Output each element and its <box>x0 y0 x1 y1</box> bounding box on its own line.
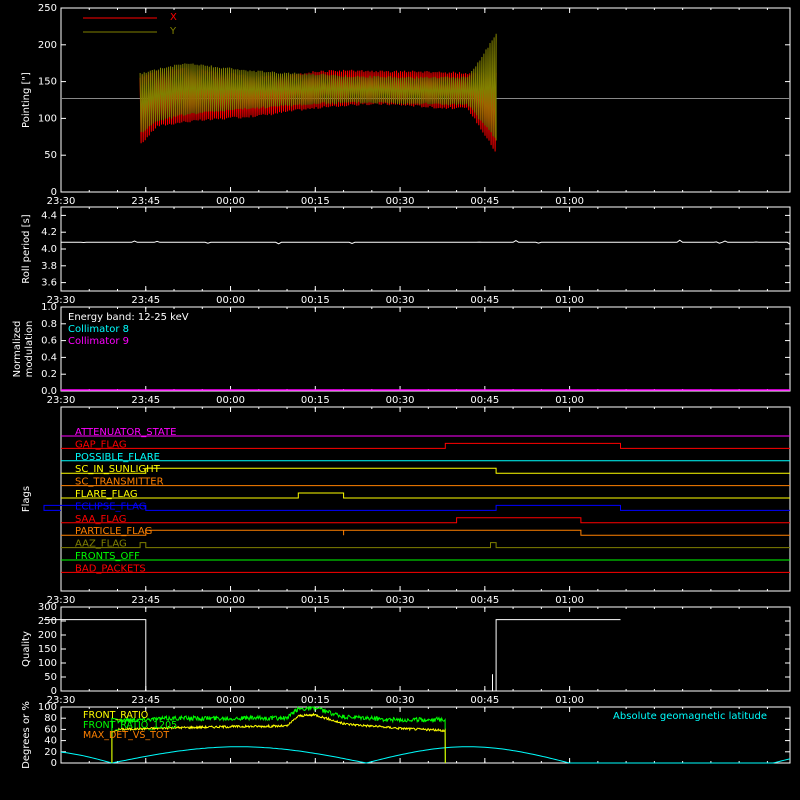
figure: 23:30 23:45 00:00 00:15 00:30 00:45 01:0005010… <box>12 3 791 769</box>
y-tick-label: 300 <box>38 602 57 613</box>
y-tick-label: 3.8 <box>41 261 57 272</box>
y-tick-label: 0.2 <box>41 369 57 380</box>
latitude-curve <box>60 746 791 764</box>
y-axis-label: modulation <box>24 321 35 378</box>
x-tick-label: 00:45 <box>470 295 499 306</box>
x-tick-label: 00:45 <box>470 695 499 706</box>
y-tick-label: 0.4 <box>41 352 57 363</box>
flag-line-saa-flag <box>61 517 790 524</box>
y-axis-label: Flags <box>21 486 32 512</box>
x-tick-label: 23:45 <box>131 595 160 606</box>
x-tick-label: 01:00 <box>555 196 584 207</box>
modulation-annotation-0: Energy band: 12-25 keV <box>68 312 189 323</box>
y-tick-label: 0.8 <box>41 319 57 330</box>
legend-label-y: Y <box>169 26 177 37</box>
x-tick-label: 00:00 <box>216 695 245 706</box>
y-tick-label: 4.2 <box>41 227 57 238</box>
y-axis-label: Roll period [s] <box>21 214 32 283</box>
x-tick-label: 01:00 <box>555 295 584 306</box>
x-tick-label: 23:45 <box>131 695 160 706</box>
x-tick-label: 00:00 <box>216 595 245 606</box>
ratio-legend-2: MAX_DET_VS_TOT <box>83 730 169 741</box>
y-tick-label: 100 <box>38 658 57 669</box>
y-tick-label: 80 <box>44 713 57 724</box>
x-tick-label: 01:00 <box>555 395 584 406</box>
modulation-annotation-1: Collimator 8 <box>68 324 129 335</box>
y-tick-label: 60 <box>44 724 57 735</box>
y-axis-label: Degrees or % <box>21 701 32 769</box>
x-tick-label: 23:45 <box>131 295 160 306</box>
x-tick-label: 00:15 <box>301 295 330 306</box>
y-tick-label: 0.0 <box>41 386 57 397</box>
flag-line-gap-flag <box>61 442 790 449</box>
y-tick-label: 150 <box>38 644 57 655</box>
pointing-series-y <box>139 35 497 138</box>
x-tick-label: 23:45 <box>131 196 160 207</box>
x-tick-label: 00:00 <box>216 395 245 406</box>
y-tick-label: 100 <box>38 702 57 713</box>
x-tick-label: 00:15 <box>301 395 330 406</box>
legend-label-x: X <box>170 12 177 23</box>
y-tick-label: 0 <box>51 758 57 769</box>
y-axis-label: Quality <box>21 631 32 667</box>
x-tick-label: 00:15 <box>301 695 330 706</box>
y-tick-label: 250 <box>38 3 57 14</box>
x-tick-label: 00:00 <box>216 196 245 207</box>
y-tick-label: 40 <box>44 736 57 747</box>
x-tick-label: 00:30 <box>386 395 415 406</box>
y-tick-label: 200 <box>38 40 57 51</box>
quality-line <box>44 619 621 692</box>
x-tick-label: 00:30 <box>386 595 415 606</box>
x-tick-label: 01:00 <box>555 595 584 606</box>
y-tick-label: 0 <box>51 686 57 697</box>
x-tick-label: 00:45 <box>470 196 499 207</box>
panel-frame <box>60 206 791 292</box>
y-tick-label: 100 <box>38 113 57 124</box>
x-tick-label: 00:15 <box>301 196 330 207</box>
x-tick-label: 00:30 <box>386 295 415 306</box>
x-tick-label: 00:45 <box>470 395 499 406</box>
y-tick-label: 4.4 <box>41 210 57 221</box>
y-axis-label: Normalized <box>12 321 23 378</box>
flag-label-eclipse-flag: ECLIPSE_FLAG <box>75 501 146 512</box>
flag-line-particle-flag <box>61 529 790 536</box>
x-tick-label: 00:15 <box>301 595 330 606</box>
flag-line-aaz-flag <box>61 542 790 549</box>
y-tick-label: 250 <box>38 616 57 627</box>
y-tick-label: 150 <box>38 77 57 88</box>
x-tick-label: 01:00 <box>555 695 584 706</box>
y-tick-label: 50 <box>44 672 57 683</box>
latitude-annotation: Absolute geomagnetic latitude <box>613 711 767 722</box>
y-tick-label: 0 <box>51 187 57 198</box>
modulation-annotation-2: Collimator 9 <box>68 336 129 347</box>
y-tick-label: 200 <box>38 630 57 641</box>
x-tick-label: 00:45 <box>470 595 499 606</box>
y-tick-label: 3.6 <box>41 278 57 289</box>
flag-line-eclipse-flag <box>43 504 790 511</box>
y-tick-label: 1.0 <box>41 302 57 313</box>
x-tick-label: 00:30 <box>386 695 415 706</box>
panel-frame <box>60 606 791 692</box>
x-tick-label: 00:30 <box>386 196 415 207</box>
y-tick-label: 0.6 <box>41 336 57 347</box>
roll-period-line <box>61 239 791 245</box>
flag-line-flare-flag <box>61 492 790 499</box>
y-axis-label: Pointing ["] <box>21 72 32 128</box>
y-tick-label: 50 <box>44 150 57 161</box>
x-tick-label: 00:00 <box>216 295 245 306</box>
y-tick-label: 4.0 <box>41 244 57 255</box>
flag-line-sc-in-sunlight <box>61 467 790 474</box>
x-tick-label: 23:45 <box>131 395 160 406</box>
y-tick-label: 20 <box>44 747 57 758</box>
